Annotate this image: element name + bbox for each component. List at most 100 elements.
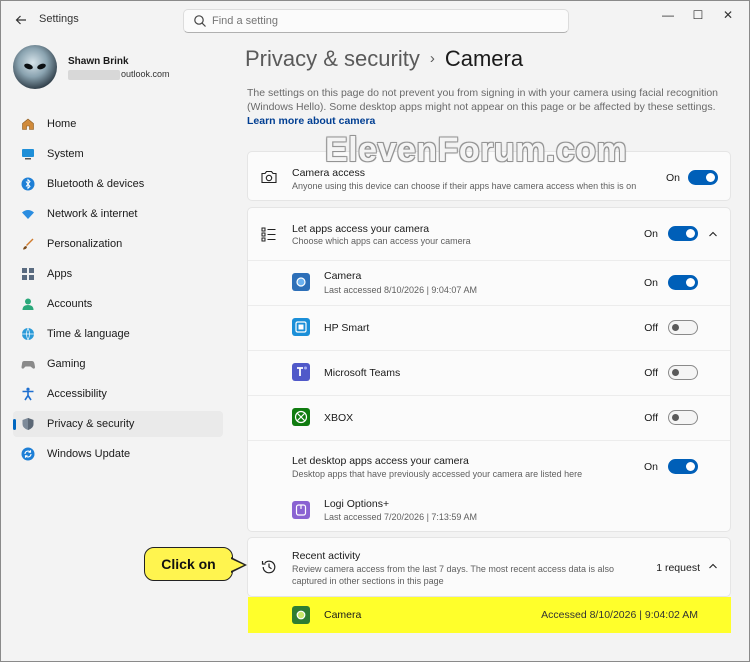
recent-activity-card[interactable]: Recent activity Review camera access fro… [247, 537, 731, 597]
let-apps-desc: Choose which apps can access your camera [292, 236, 471, 246]
search-input[interactable] [212, 13, 552, 29]
desktop-apps-section: Let desktop apps access your camera Desk… [248, 441, 730, 531]
breadcrumb: Privacy & security › Camera [245, 46, 523, 72]
accessibility-icon [22, 387, 34, 401]
app-state: Off [644, 367, 658, 379]
sidebar-item-label: Apps [47, 268, 73, 280]
sidebar-item-label: Time & language [47, 328, 130, 340]
sidebar-item-label: Network & internet [47, 208, 138, 220]
learn-more-link[interactable]: Learn more about camera [247, 115, 375, 127]
gamepad-icon [21, 361, 35, 369]
minimize-button[interactable]: — [653, 7, 683, 23]
entry-accessed-time: Accessed 8/10/2026 | 9:04:02 AM [541, 609, 698, 621]
sidebar-item-label: Bluetooth & devices [47, 178, 145, 190]
breadcrumb-separator: › [429, 50, 435, 67]
sidebar-item-label: Privacy & security [47, 418, 135, 430]
desktop-apps-desc: Desktop apps that have previously access… [292, 469, 583, 479]
sidebar-item-accounts[interactable]: Accounts [13, 291, 223, 317]
app-state: Off [644, 412, 658, 424]
settings-window: Settings — ☐ ✕ Shawn Brink outlook.com H… [0, 0, 750, 662]
sidebar-item-gaming[interactable]: Gaming [13, 351, 223, 377]
request-count: 1 request [656, 562, 700, 574]
teams-toggle[interactable] [668, 365, 698, 380]
app-name: Camera [324, 270, 362, 282]
camera-access-toggle[interactable] [688, 170, 718, 185]
app-name: Microsoft Teams [324, 367, 401, 379]
app-state: Off [644, 322, 658, 334]
sidebar-item-personalization[interactable]: Personalization [13, 231, 223, 257]
camera-access-desc: Anyone using this device can choose if t… [292, 181, 637, 191]
let-apps-title: Let apps access your camera [292, 223, 430, 235]
xbox-toggle[interactable] [668, 410, 698, 425]
sidebar-item-label: Accounts [47, 298, 93, 310]
let-apps-toggle[interactable] [668, 226, 698, 241]
hp-smart-toggle[interactable] [668, 320, 698, 335]
page-title: Camera [444, 46, 524, 71]
click-on-callout: Click on [144, 547, 233, 581]
sidebar-item-label: Personalization [47, 238, 123, 250]
close-button[interactable]: ✕ [713, 7, 743, 23]
app-row-xbox[interactable]: XBOX Off [248, 396, 730, 440]
accounts-icon [22, 298, 34, 310]
sidebar-item-system[interactable]: System [13, 141, 223, 167]
desktop-apps-toggle[interactable] [668, 459, 698, 474]
chevron-up-icon[interactable] [707, 560, 719, 572]
hp-smart-icon [292, 318, 310, 336]
app-row-hp-smart[interactable]: HP Smart Off [248, 306, 730, 350]
xbox-icon [292, 408, 310, 426]
search-box[interactable] [183, 9, 569, 33]
sidebar-item-apps[interactable]: Apps [13, 261, 223, 287]
avatar-eye-right [36, 62, 47, 71]
chevron-up-icon[interactable] [707, 228, 719, 240]
sidebar-nav: Home System Bluetooth & devices Network … [13, 111, 223, 471]
globe-icon [22, 327, 34, 341]
desktop-apps-state: On [643, 461, 658, 473]
back-arrow-icon [15, 15, 26, 25]
desktop-apps-title: Let desktop apps access your camera [292, 455, 469, 467]
maximize-button[interactable]: ☐ [683, 7, 713, 23]
update-icon [21, 447, 35, 461]
sidebar-item-home[interactable]: Home [13, 111, 223, 137]
desktop-app-name: Logi Options+ [324, 498, 390, 510]
logi-options-icon [292, 501, 310, 519]
desktop-app-last-accessed: Last accessed 7/20/2026 | 7:13:59 AM [324, 512, 477, 522]
sidebar-item-label: Gaming [47, 358, 86, 370]
watermark: ElevenForum.com [325, 131, 628, 169]
title-bar: Settings — ☐ ✕ [1, 1, 749, 39]
recent-activity-entry[interactable]: Camera Accessed 8/10/2026 | 9:04:02 AM [248, 597, 731, 633]
sidebar-item-bluetooth[interactable]: Bluetooth & devices [13, 171, 223, 197]
intro-text: The settings on this page do not prevent… [247, 87, 719, 113]
camera-app-toggle[interactable] [668, 275, 698, 290]
camera-app-icon [292, 606, 310, 624]
email-redaction [68, 69, 120, 80]
sidebar-item-label: Home [47, 118, 77, 130]
sidebar-item-label: Windows Update [47, 448, 131, 460]
let-apps-header[interactable]: Let apps access your camera Choose which… [248, 208, 730, 260]
list-icon [261, 227, 276, 242]
sidebar-item-network[interactable]: Network & internet [13, 201, 223, 227]
app-row-microsoft-teams[interactable]: Microsoft Teams Off [248, 351, 730, 395]
sidebar-item-privacy-security[interactable]: Privacy & security [13, 411, 223, 437]
entry-app-name: Camera [324, 609, 362, 621]
wifi-icon [22, 210, 34, 219]
app-title: Settings [39, 13, 79, 25]
sidebar-item-time-language[interactable]: Time & language [13, 321, 223, 347]
history-icon [261, 560, 276, 574]
camera-app-icon [292, 273, 310, 291]
avatar [13, 45, 57, 89]
app-row-camera[interactable]: Camera Last accessed 8/10/2026 | 9:04:07… [248, 261, 730, 305]
callout-arrow-fill [231, 559, 244, 571]
camera-access-state: On [665, 172, 680, 184]
back-button[interactable] [11, 10, 31, 30]
breadcrumb-parent[interactable]: Privacy & security [245, 46, 420, 71]
recent-activity-title: Recent activity [292, 550, 361, 562]
teams-icon [292, 363, 310, 381]
profile-email: outlook.com [68, 69, 170, 80]
sidebar-item-windows-update[interactable]: Windows Update [13, 441, 223, 467]
brush-icon [23, 238, 34, 250]
app-name: XBOX [324, 412, 354, 424]
app-state: On [643, 277, 658, 289]
sidebar-item-accessibility[interactable]: Accessibility [13, 381, 223, 407]
app-name: HP Smart [324, 322, 370, 334]
profile-email-suffix: outlook.com [121, 69, 170, 79]
